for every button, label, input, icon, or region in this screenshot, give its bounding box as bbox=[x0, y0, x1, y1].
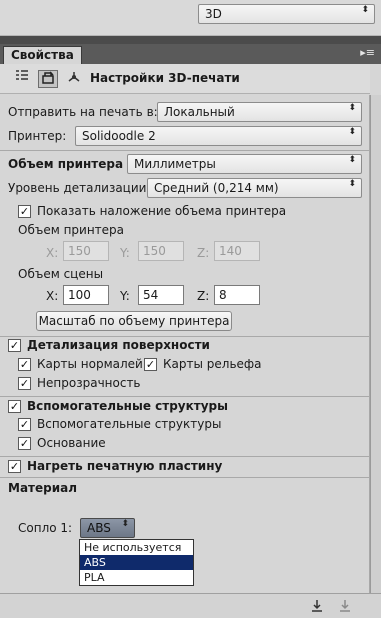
heat-plate-checkbox[interactable]: ✓ bbox=[8, 460, 21, 473]
support-structures-checkbox[interactable]: ✓ bbox=[18, 418, 31, 431]
show-overlay-checkbox[interactable]: ✓ bbox=[18, 205, 31, 218]
printer-y-label: Y: bbox=[120, 246, 130, 260]
scene-z-label: Z: bbox=[197, 289, 210, 303]
surface-detail-title: Детализация поверхности bbox=[27, 338, 210, 352]
workspace-select[interactable]: 3D ⬍ bbox=[198, 4, 375, 24]
tab-properties[interactable]: Свойства bbox=[3, 46, 82, 64]
printer-value: Solidoodle 2 bbox=[82, 129, 156, 143]
printer-select[interactable]: Solidoodle 2 ⬍ bbox=[75, 126, 362, 146]
divider bbox=[0, 477, 370, 478]
normal-maps-label: Карты нормалей bbox=[37, 357, 143, 371]
printer-label: Принтер: bbox=[8, 129, 67, 143]
panel-collapse-strip[interactable] bbox=[0, 36, 381, 44]
send-to-label: Отправить на печать в: bbox=[8, 105, 158, 119]
heat-plate-title: Нагреть печатную пластину bbox=[27, 459, 223, 473]
printer-z-label: Z: bbox=[197, 246, 210, 260]
scene-volume-label: Объем сцены bbox=[18, 267, 104, 281]
option-abs[interactable]: ABS bbox=[80, 555, 193, 570]
surface-detail-checkbox[interactable]: ✓ bbox=[8, 339, 21, 352]
detail-level-select[interactable]: Средний (0,214 мм) ⬍ bbox=[147, 178, 362, 198]
divider bbox=[0, 456, 370, 457]
scene-y-label: Y: bbox=[120, 289, 130, 303]
panel-footer bbox=[0, 593, 381, 618]
support-title: Вспомогательные структуры bbox=[27, 399, 228, 413]
units-select[interactable]: Миллиметры ⬍ bbox=[127, 154, 362, 174]
properties-content: Отправить на печать в: Локальный ⬍ Принт… bbox=[0, 95, 370, 593]
chevron-updown-icon: ⬍ bbox=[348, 179, 356, 189]
nozzle-value: ABS bbox=[87, 521, 111, 535]
detail-level-label: Уровень детализации: bbox=[8, 181, 151, 195]
base-label: Основание bbox=[37, 436, 106, 450]
bump-maps-checkbox[interactable]: ✓ bbox=[144, 358, 157, 371]
nozzle-select[interactable]: ABS ⬍ bbox=[80, 518, 135, 538]
support-structures-label: Вспомогательные структуры bbox=[37, 417, 222, 431]
chevron-updown-icon: ⬍ bbox=[348, 155, 356, 165]
render-icon[interactable] bbox=[338, 599, 352, 616]
nozzle-dropdown-list: Не используется ABS PLA bbox=[79, 539, 194, 586]
scene-x-field[interactable]: 100 bbox=[63, 285, 109, 305]
scrollbar[interactable] bbox=[370, 95, 381, 593]
units-value: Миллиметры bbox=[134, 157, 216, 171]
normal-maps-checkbox[interactable]: ✓ bbox=[18, 358, 31, 371]
bump-maps-label: Карты рельефа bbox=[163, 357, 262, 371]
scale-to-printer-button[interactable]: Масштаб по объему принтера bbox=[36, 311, 232, 331]
base-checkbox[interactable]: ✓ bbox=[18, 437, 31, 450]
properties-header: Настройки 3D-печати bbox=[0, 64, 370, 94]
3d-axis-icon[interactable] bbox=[64, 70, 84, 88]
detail-level-value: Средний (0,214 мм) bbox=[154, 181, 279, 195]
opacity-label: Непрозрачность bbox=[37, 376, 141, 390]
printer-x-field: 150 bbox=[63, 241, 109, 261]
scene-list-icon[interactable] bbox=[12, 70, 32, 88]
divider bbox=[0, 396, 370, 397]
workspace-select-value: 3D bbox=[205, 7, 222, 21]
nozzle-label: Сопло 1: bbox=[18, 521, 73, 535]
opacity-checkbox[interactable]: ✓ bbox=[18, 377, 31, 390]
printer-x-label: X: bbox=[46, 246, 59, 260]
chevron-updown-icon: ⬍ bbox=[348, 127, 356, 137]
scene-z-field[interactable]: 8 bbox=[214, 285, 260, 305]
printer-volume-title: Объем принтера bbox=[8, 157, 124, 171]
chevron-updown-icon: ⬍ bbox=[348, 103, 356, 113]
option-pla[interactable]: PLA bbox=[80, 570, 193, 585]
material-title: Материал bbox=[8, 481, 78, 495]
show-overlay-label: Показать наложение объема принтера bbox=[37, 204, 287, 218]
chevron-updown-icon: ⬍ bbox=[121, 519, 129, 529]
scene-y-field[interactable]: 54 bbox=[138, 285, 184, 305]
send-to-value: Локальный bbox=[164, 105, 235, 119]
scene-x-label: X: bbox=[46, 289, 59, 303]
printer-volume-label: Объем принтера bbox=[18, 223, 125, 237]
floor-drop-icon[interactable] bbox=[310, 599, 324, 616]
printer-z-field: 140 bbox=[214, 241, 260, 261]
printer-y-field: 150 bbox=[138, 241, 184, 261]
divider bbox=[0, 336, 370, 337]
panel-menu-icon[interactable]: ▸≡ bbox=[360, 46, 375, 59]
send-to-select[interactable]: Локальный ⬍ bbox=[157, 102, 362, 122]
workspace-bar: 3D ⬍ bbox=[0, 0, 381, 36]
panel-title: Настройки 3D-печати bbox=[90, 71, 240, 85]
chevron-updown-icon: ⬍ bbox=[361, 5, 369, 15]
support-checkbox[interactable]: ✓ bbox=[8, 400, 21, 413]
print-settings-icon[interactable] bbox=[38, 70, 58, 88]
option-not-used[interactable]: Не используется bbox=[80, 540, 193, 555]
divider bbox=[0, 150, 370, 151]
